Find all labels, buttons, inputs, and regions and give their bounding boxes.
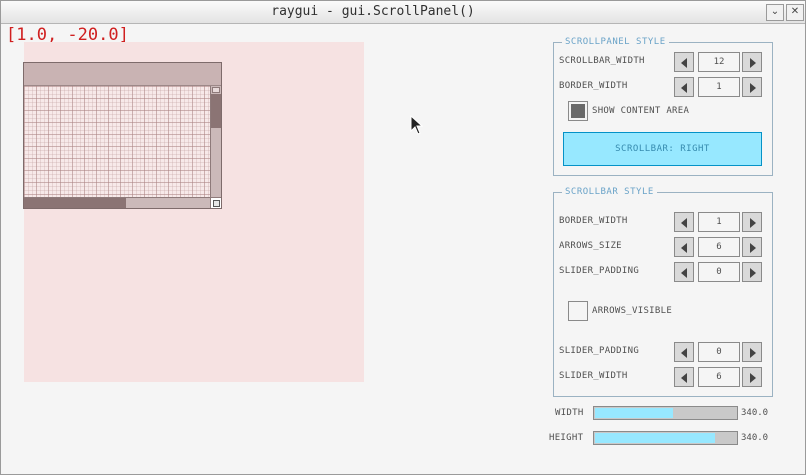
decrement-button[interactable] [674,367,694,387]
content-width-value: 340.0 [741,408,769,418]
slider-width-label: SLIDER_WIDTH [559,371,628,381]
slider-padding-label: SLIDER_PADDING [559,266,640,276]
content-height-slider-fill[interactable] [595,433,715,443]
increment-button[interactable] [742,237,762,257]
decrement-button[interactable] [674,52,694,72]
arrow-right-icon [750,58,756,68]
window-title: raygui - gui.ScrollPanel() [271,4,475,19]
arrow-right-icon [750,243,756,253]
scroll-panel-header [24,63,221,86]
sb-border-width-label: BORDER_WIDTH [559,216,628,226]
minimize-button[interactable]: ⌄ [766,4,784,21]
scrollbar-style-title: SCROLLBAR STYLE [562,187,657,197]
increment-button[interactable] [742,367,762,387]
scrollbar-width-spinner[interactable]: 12 [674,52,764,72]
slider-padding-2-value[interactable]: 0 [698,342,740,362]
decrement-button[interactable] [674,262,694,282]
scrollpanel-style-title: SCROLLPANEL STYLE [562,37,669,47]
increment-button[interactable] [742,52,762,72]
arrows-size-value[interactable]: 6 [698,237,740,257]
sb-border-width-value[interactable]: 1 [698,212,740,232]
arrow-right-icon [750,373,756,383]
slider-padding-value[interactable]: 0 [698,262,740,282]
arrow-right-icon [750,83,756,93]
decrement-button[interactable] [674,77,694,97]
arrow-left-icon [681,83,687,93]
close-button[interactable]: ✕ [786,4,804,21]
scroll-up-arrow-icon[interactable] [212,87,220,93]
slider-padding-2-label: SLIDER_PADDING [559,346,640,356]
border-width-value[interactable]: 1 [698,77,740,97]
arrow-right-icon [750,348,756,358]
vertical-scrollbar[interactable] [210,86,221,197]
mouse-pointer-icon [410,115,424,135]
decrement-button[interactable] [674,237,694,257]
slider-width-value[interactable]: 6 [698,367,740,387]
scrollbar-corner [210,197,221,208]
content-height-value: 340.0 [741,433,769,443]
sb-border-width-spinner[interactable]: 1 [674,212,764,232]
arrows-size-label: ARROWS_SIZE [559,241,622,251]
arrow-left-icon [681,268,687,278]
arrow-right-icon [750,218,756,228]
scroll-panel[interactable] [23,62,222,209]
corner-square-icon [213,200,220,207]
increment-button[interactable] [742,342,762,362]
arrow-left-icon [681,243,687,253]
decrement-button[interactable] [674,342,694,362]
content-width-label: WIDTH [555,408,584,418]
content-height-slider[interactable] [593,431,738,445]
content-width-slider-fill[interactable] [595,408,673,418]
arrow-left-icon [681,58,687,68]
arrow-right-icon [750,268,756,278]
vertical-scrollbar-thumb[interactable] [211,94,221,128]
increment-button[interactable] [742,77,762,97]
title-bar[interactable]: raygui - gui.ScrollPanel() ⌄ ✕ [1,1,805,24]
increment-button[interactable] [742,212,762,232]
slider-padding-2-spinner[interactable]: 0 [674,342,764,362]
decrement-button[interactable] [674,212,694,232]
arrow-left-icon [681,373,687,383]
show-content-area-checkbox[interactable] [568,101,588,121]
horizontal-scrollbar-thumb[interactable] [24,198,126,208]
scrollbar-width-label: SCROLLBAR_WIDTH [559,56,645,66]
border-width-label: BORDER_WIDTH [559,81,628,91]
slider-padding-spinner[interactable]: 0 [674,262,764,282]
horizontal-scrollbar[interactable] [24,197,210,208]
scrollbar-width-value[interactable]: 12 [698,52,740,72]
content-height-label: HEIGHT [549,433,584,443]
arrow-left-icon [681,218,687,228]
scrollbar-side-button[interactable]: SCROLLBAR: RIGHT [563,132,762,166]
arrow-left-icon [681,348,687,358]
scroll-panel-grid [24,86,210,197]
slider-width-spinner[interactable]: 6 [674,367,764,387]
increment-button[interactable] [742,262,762,282]
border-width-spinner[interactable]: 1 [674,77,764,97]
arrows-visible-checkbox[interactable] [568,301,588,321]
arrows-size-spinner[interactable]: 6 [674,237,764,257]
arrows-visible-label: ARROWS_VISIBLE [592,306,673,316]
show-content-area-label: SHOW CONTENT AREA [592,106,690,116]
content-width-slider[interactable] [593,406,738,420]
checkbox-fill [571,104,585,118]
